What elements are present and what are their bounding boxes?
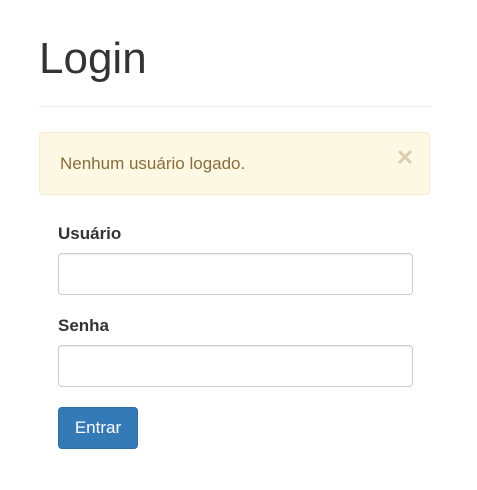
login-button[interactable]: Entrar xyxy=(58,407,138,449)
status-alert: Nenhum usuário logado. xyxy=(39,132,430,195)
password-input[interactable] xyxy=(58,345,413,387)
login-page: Login Nenhum usuário logado. Usuário Sen… xyxy=(0,0,477,490)
password-label: Senha xyxy=(58,316,110,335)
username-label: Usuário xyxy=(58,224,122,243)
alert-message: Nenhum usuário logado. xyxy=(60,154,246,173)
username-input[interactable] xyxy=(58,253,413,295)
title-divider xyxy=(39,106,432,107)
close-icon[interactable] xyxy=(398,149,412,165)
page-title: Login xyxy=(39,34,147,83)
